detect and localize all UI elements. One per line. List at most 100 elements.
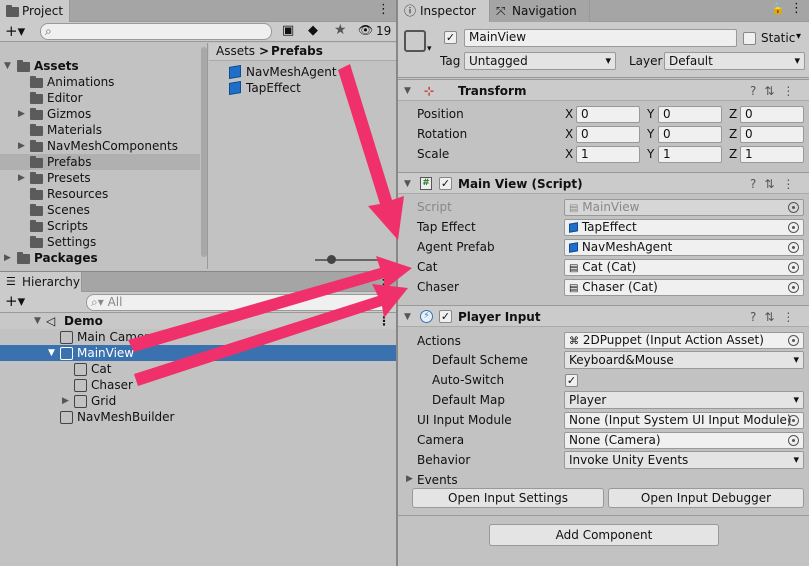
behavior-dropdown[interactable]: Invoke Unity Events xyxy=(564,451,804,469)
tree-item-scenes[interactable]: Scenes xyxy=(0,202,208,218)
create-plus-button[interactable]: +▾ xyxy=(5,22,25,40)
tree-item-packages[interactable]: ▶ Packages xyxy=(0,250,208,266)
gameobject-cube-icon[interactable] xyxy=(404,30,426,52)
tree-item-resources[interactable]: Resources xyxy=(0,186,208,202)
default-map-dropdown[interactable]: Player xyxy=(564,391,804,409)
expand-arrow-icon[interactable]: ▼ xyxy=(404,173,411,195)
tree-item-materials[interactable]: Materials xyxy=(0,122,208,138)
add-component-button[interactable]: Add Component xyxy=(489,524,719,546)
tree-item-navmeshcomponents[interactable]: ▶ NavMeshComponents xyxy=(0,138,208,154)
chaser-field[interactable]: ▤ Chaser (Cat) xyxy=(564,279,804,296)
breadcrumb-current[interactable]: Prefabs xyxy=(271,43,323,59)
menu-icon[interactable]: ⋮ xyxy=(377,273,390,288)
tab-project[interactable]: Project xyxy=(0,0,70,22)
tree-item-settings[interactable]: Settings xyxy=(0,234,208,250)
open-input-debugger-button[interactable]: Open Input Debugger xyxy=(608,488,804,508)
scale-x-field[interactable]: 1 xyxy=(576,146,640,163)
expand-arrow-icon[interactable]: ▼ xyxy=(404,80,411,102)
cat-field[interactable]: ▤ Cat (Cat) xyxy=(564,259,804,276)
hidden-eye-icon[interactable]: 👁 xyxy=(358,23,373,37)
hierarchy-item-demo[interactable]: ▼ ◁ Demo ⋮ xyxy=(0,313,396,329)
icon-size-slider[interactable] xyxy=(315,255,381,264)
position-x-field[interactable]: 0 xyxy=(576,106,640,123)
component-enabled-checkbox[interactable]: ✓ xyxy=(439,177,452,190)
expand-arrow-icon[interactable]: ▶ xyxy=(62,393,69,409)
lock-icon[interactable]: 🔒 xyxy=(771,2,785,15)
filter-type-icon[interactable]: ▣ xyxy=(282,23,294,38)
hierarchy-item-mainview[interactable]: ▼ MainView xyxy=(0,345,396,361)
tap-effect-field[interactable]: TapEffect xyxy=(564,219,804,236)
tree-item-editor[interactable]: Editor xyxy=(0,90,208,106)
chevron-down-icon[interactable]: ▾ xyxy=(796,31,801,42)
object-picker-icon[interactable] xyxy=(788,335,799,346)
hierarchy-item-grid[interactable]: ▶ Grid xyxy=(0,393,396,409)
expand-arrow-icon[interactable]: ▼ xyxy=(48,345,55,361)
object-name-field[interactable]: MainView xyxy=(464,29,737,47)
open-input-settings-button[interactable]: Open Input Settings xyxy=(412,488,604,508)
tree-item-prefabs[interactable]: Prefabs xyxy=(0,154,200,170)
active-checkbox[interactable]: ✓ xyxy=(444,31,457,44)
component-header-icons[interactable]: ?⇅⋮ xyxy=(750,80,802,102)
events-foldout[interactable]: Events xyxy=(417,471,458,489)
component-header-icons[interactable]: ?⇅⋮ xyxy=(750,173,802,195)
chevron-down-icon[interactable]: ▾ xyxy=(427,44,432,54)
position-z-field[interactable]: 0 xyxy=(740,106,804,123)
rotation-x-field[interactable]: 0 xyxy=(576,126,640,143)
expand-arrow-icon[interactable]: ▶ xyxy=(4,250,11,266)
hierarchy-search-input[interactable]: ⌕▾ All xyxy=(86,294,392,311)
tab-hierarchy[interactable]: ☰ Hierarchy xyxy=(0,272,82,292)
ui-input-module-field[interactable]: None (Input System UI Input Module) xyxy=(564,412,804,429)
agent-prefab-field[interactable]: NavMeshAgent xyxy=(564,239,804,256)
project-search-input[interactable]: ⌕ xyxy=(40,23,272,40)
object-picker-icon[interactable] xyxy=(788,262,799,273)
rotation-y-field[interactable]: 0 xyxy=(658,126,722,143)
expand-arrow-icon[interactable]: ▶ xyxy=(18,138,25,154)
rotation-z-field[interactable]: 0 xyxy=(740,126,804,143)
tab-navigation[interactable]: ⤧ Navigation xyxy=(490,0,590,22)
tab-inspector[interactable]: ⓘ Inspector xyxy=(398,0,490,22)
expand-arrow-icon[interactable]: ▶ xyxy=(18,170,25,186)
label-icon[interactable]: ◆ xyxy=(308,23,318,38)
slider-thumb[interactable] xyxy=(327,255,336,264)
hierarchy-item-cat[interactable]: Cat xyxy=(0,361,396,377)
scale-y-field[interactable]: 1 xyxy=(658,146,722,163)
layer-dropdown[interactable]: Default xyxy=(664,52,805,70)
tree-item-animations[interactable]: Animations xyxy=(0,74,208,90)
expand-arrow-icon[interactable]: ▼ xyxy=(34,313,41,329)
camera-field[interactable]: None (Camera) xyxy=(564,432,804,449)
expand-arrow-icon[interactable]: ▼ xyxy=(404,306,411,328)
menu-icon[interactable]: ⋮ xyxy=(378,313,390,329)
tag-dropdown[interactable]: Untagged xyxy=(464,52,616,70)
object-picker-icon[interactable] xyxy=(788,222,799,233)
auto-switch-checkbox[interactable]: ✓ xyxy=(565,374,578,387)
hierarchy-item-navmeshbuilder[interactable]: NavMeshBuilder xyxy=(0,409,396,425)
favorite-star-icon[interactable]: ★ xyxy=(334,22,347,38)
tree-scrollbar[interactable] xyxy=(201,47,207,257)
menu-icon[interactable]: ⋮ xyxy=(377,2,390,17)
object-picker-icon[interactable] xyxy=(788,282,799,293)
expand-arrow-icon[interactable]: ▶ xyxy=(406,474,413,484)
object-picker-icon[interactable] xyxy=(788,435,799,446)
static-checkbox[interactable] xyxy=(743,32,756,45)
breadcrumb-root[interactable]: Assets xyxy=(216,43,255,59)
tree-item-presets[interactable]: ▶ Presets xyxy=(0,170,208,186)
expand-arrow-icon[interactable]: ▼ xyxy=(4,58,11,74)
component-enabled-checkbox[interactable]: ✓ xyxy=(439,310,452,323)
tree-item-assets[interactable]: ▼ Assets xyxy=(0,58,208,74)
component-header-icons[interactable]: ?⇅⋮ xyxy=(750,306,802,328)
object-picker-icon[interactable] xyxy=(788,415,799,426)
player-input-header[interactable]: ▼ ⚡ ✓ Player Input ?⇅⋮ xyxy=(398,305,809,327)
hierarchy-item-chaser[interactable]: Chaser xyxy=(0,377,396,393)
transform-header[interactable]: ▼ ⊹ Transform ?⇅⋮ xyxy=(398,79,809,101)
object-picker-icon[interactable] xyxy=(788,242,799,253)
expand-arrow-icon[interactable]: ▶ xyxy=(18,106,25,122)
tree-item-gizmos[interactable]: ▶ Gizmos xyxy=(0,106,208,122)
default-scheme-dropdown[interactable]: Keyboard&Mouse xyxy=(564,351,804,369)
menu-icon[interactable]: ⋮ xyxy=(790,1,803,16)
tree-item-scripts[interactable]: Scripts xyxy=(0,218,208,234)
actions-field[interactable]: ⌘ 2DPuppet (Input Action Asset) xyxy=(564,332,804,349)
create-plus-button[interactable]: +▾ xyxy=(5,292,25,310)
hierarchy-item-main-camera[interactable]: Main Camera xyxy=(0,329,396,345)
scale-z-field[interactable]: 1 xyxy=(740,146,804,163)
mainview-script-header[interactable]: ▼ # ✓ Main View (Script) ?⇅⋮ xyxy=(398,172,809,194)
